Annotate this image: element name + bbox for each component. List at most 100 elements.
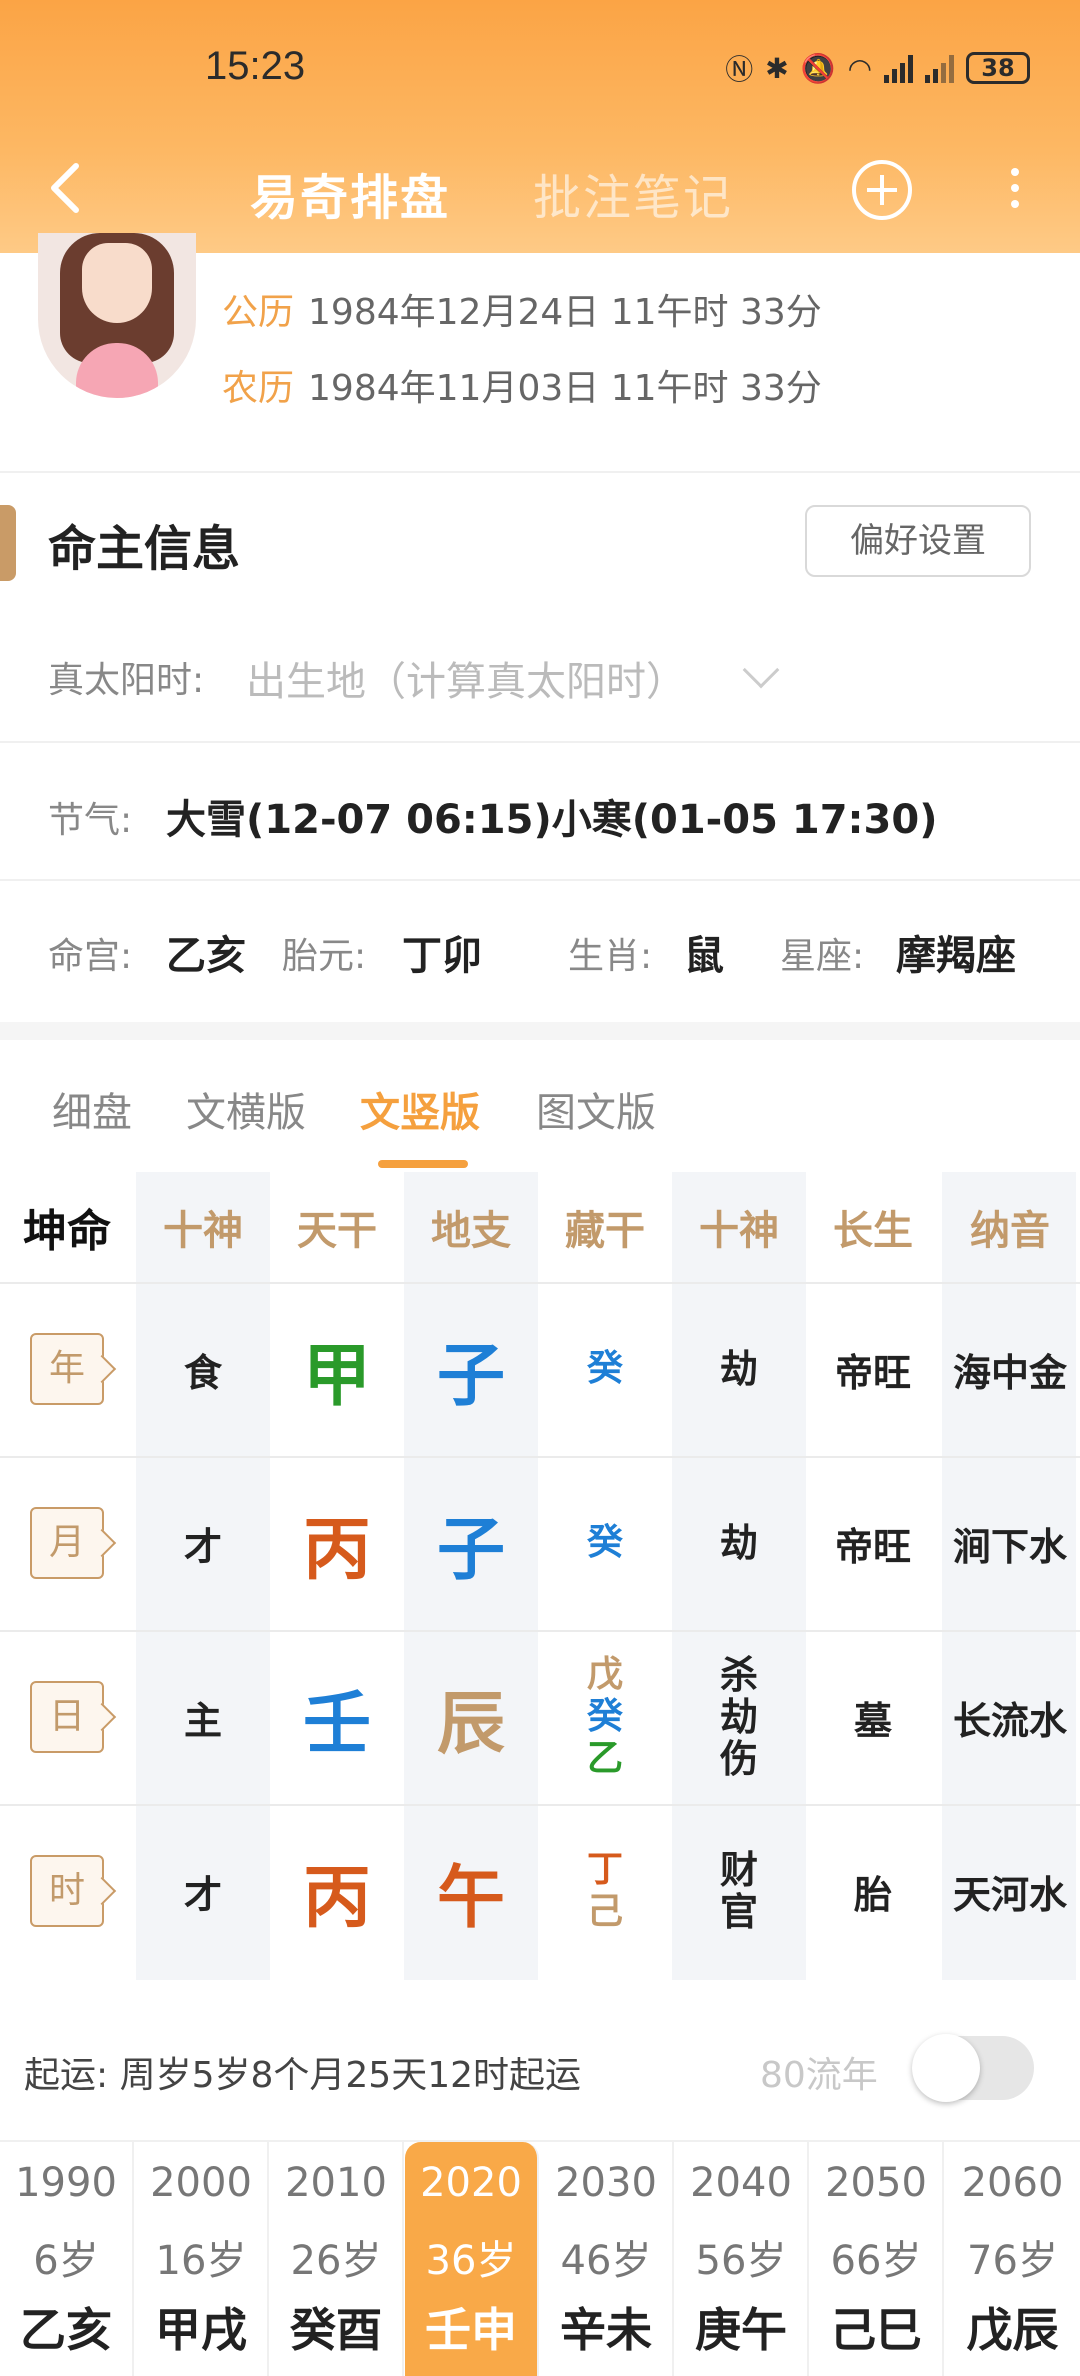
decade-item[interactable]: 2010 26岁 癸酉 [270,2142,404,2376]
decade-ganzhi: 壬申 [425,2303,517,2357]
xingzuo-value: 摩羯座 [896,933,1016,979]
decade-ganzhi: 甲戌 [155,2303,247,2357]
decade-age: 6岁 [33,2238,99,2284]
nayin-day: 长流水 [952,1698,1067,1743]
tiangan-month: 丙 [302,1510,371,1590]
shishen-month: 才 [183,1524,222,1569]
decade-year: 1990 [15,2160,117,2206]
decade-year: 2000 [150,2160,252,2206]
birthplace-selector[interactable]: 出生地（计算真太阳时） [246,649,686,707]
layout-tabs: 细盘 文横版 文竖版 图文版 [0,1040,1080,1172]
shishen-hour: 才 [183,1872,222,1917]
section-title: 命主信息 [48,521,241,577]
canggan-year: 癸 [538,1282,672,1456]
tab-horizontal[interactable]: 文横版 [186,1080,306,1138]
solar-terms-row: 节气: 大雪(12-07 06:15)小寒(01-05 17:30) [0,743,1080,881]
decade-item[interactable]: 2050 66岁 己巳 [810,2142,944,2376]
more-options-icon[interactable] [1000,162,1030,218]
decade-age: 66岁 [830,2238,922,2284]
shishen2-month: 劫 [672,1456,806,1630]
nayin-hour: 天河水 [952,1872,1067,1917]
mute-bell-icon: 🔕 [800,51,836,85]
decade-age: 16岁 [155,2238,247,2284]
changsheng-month: 帝旺 [834,1524,911,1569]
decade-ganzhi: 癸酉 [290,2303,382,2357]
add-icon[interactable] [852,160,912,220]
shishen2-char: 杀 [719,1653,758,1697]
signal-5g-icon [925,53,954,83]
decade-age: 46岁 [560,2238,652,2284]
decade-ganzhi: 乙亥 [20,2303,112,2357]
canggan-hour: 丁己 [538,1804,672,1978]
changsheng-year: 帝旺 [834,1350,911,1395]
gender-label: 坤命 [23,1206,111,1257]
decade-ganzhi: 庚午 [695,2303,787,2357]
status-icons: Ⓝ ✱ 🔕 ◠ 38 [725,48,1030,88]
app-header: 15:23 Ⓝ ✱ 🔕 ◠ 38 易奇排盘 批注笔记 [0,0,1080,253]
pillar-day-cell: 日 [0,1630,134,1804]
shishen2-char: 劫 [719,1695,758,1739]
nav-bar: 易奇排盘 批注笔记 [0,150,1080,230]
decade-luck-strip: 1990 6岁 乙亥 2000 16岁 甲戌 2010 26岁 癸酉 2020 … [0,2140,1080,2376]
jieqi-label: 节气: [48,800,133,841]
shishen2-year: 劫 [672,1282,806,1456]
tab-detail[interactable]: 细盘 [52,1080,132,1138]
changsheng-day: 墓 [853,1698,892,1743]
preferences-button[interactable]: 偏好设置 [805,505,1031,577]
pillar-month-badge[interactable]: 月 [30,1507,104,1579]
canggan-char: 乙 [586,1738,623,1779]
status-time: 15:23 [205,44,306,88]
decade-item[interactable]: 1990 6岁 乙亥 [0,2142,134,2376]
true-solar-label: 真太阳时: [48,660,205,701]
canggan-char: 癸 [586,1696,623,1737]
decade-year: 2060 [961,2160,1064,2206]
tiangan-hour: 丙 [302,1858,371,1938]
palace-row: 命宫: 乙亥 胎元: 丁卯 生肖: 鼠 星座: 摩羯座 [0,881,1080,1019]
flow-year-toggle[interactable] [912,2034,1034,2102]
wifi-icon: ◠ [847,51,872,85]
true-solar-time-row[interactable]: 真太阳时: 出生地（计算真太阳时） [0,605,1080,743]
canggan-day: 戊癸乙 [538,1630,672,1804]
tab-yiqi-paipan[interactable]: 易奇排盘 [250,158,450,228]
signal-4g-icon [884,53,913,83]
shishen2-day: 杀劫伤 [672,1630,806,1804]
pillar-day-badge[interactable]: 日 [30,1681,104,1753]
jieqi-value: 大雪(12-07 06:15)小寒(01-05 17:30) [166,797,938,843]
tab-graphic[interactable]: 图文版 [536,1080,656,1138]
dizhi-hour: 午 [436,1858,505,1938]
dizhi-day: 辰 [436,1684,505,1764]
pillar-year-cell: 年 [0,1282,134,1456]
lunar-value: 1984年11月03日 11午时 33分 [308,368,822,409]
solar-date-row: 公历 1984年12月24日 11午时 33分 [222,283,822,335]
lunar-date-row: 农历 1984年11月03日 11午时 33分 [222,359,822,411]
decade-age: 56岁 [695,2238,787,2284]
shishen2-char: 伤 [719,1737,758,1781]
taiyuan-label: 胎元: [282,936,367,977]
minggong-label: 命宫: [48,936,133,977]
back-arrow-icon[interactable] [38,158,98,218]
header-dizhi: 地支 [431,1208,511,1254]
nayin-year: 海中金 [952,1350,1067,1395]
decade-age: 26岁 [290,2238,382,2284]
pillar-hour-badge[interactable]: 时 [30,1855,104,1927]
decade-item[interactable]: 2020 36岁 壬申 [405,2142,539,2376]
header-shishen-2: 十神 [699,1208,779,1254]
canggan-char: 癸 [586,1348,623,1389]
shengxiao-value: 鼠 [684,933,724,979]
tab-vertical[interactable]: 文竖版 [360,1080,480,1138]
canggan-char: 己 [586,1891,623,1932]
decade-item[interactable]: 2000 16岁 甲戌 [135,2142,269,2376]
pillar-year-badge[interactable]: 年 [30,1333,104,1405]
lunar-label: 农历 [222,368,295,409]
decade-ganzhi: 辛未 [560,2303,652,2357]
decade-item[interactable]: 2040 56岁 庚午 [675,2142,809,2376]
decade-item[interactable]: 2060 76岁 戊辰 [945,2142,1080,2376]
tiangan-year: 甲 [302,1336,371,1416]
canggan-char: 癸 [586,1522,623,1563]
decade-item[interactable]: 2030 46岁 辛未 [540,2142,674,2376]
header-tiangan: 天干 [297,1208,377,1254]
decade-year: 2030 [555,2160,657,2206]
tab-notes[interactable]: 批注笔记 [533,158,733,228]
chevron-down-icon[interactable] [742,651,780,689]
shishen2-char: 劫 [719,1347,758,1391]
